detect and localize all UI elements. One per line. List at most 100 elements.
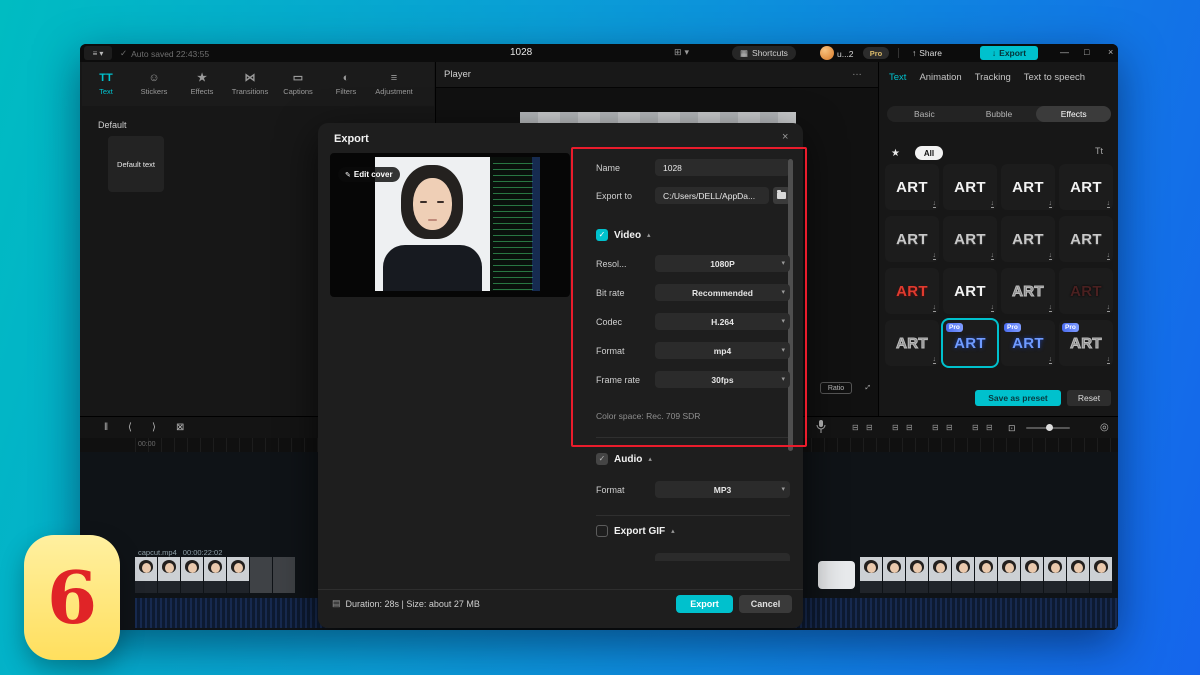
export-confirm-button[interactable]: Export <box>676 595 733 613</box>
trim-right-icon[interactable]: ⟩ <box>152 421 156 435</box>
export-path-input[interactable] <box>655 187 769 204</box>
left-tab-adjustment[interactable]: ≡Adjustment <box>370 62 418 106</box>
dialog-scrollbar[interactable] <box>788 159 793 451</box>
mic-icon[interactable] <box>816 420 826 439</box>
track-toggle-icon[interactable]: ⊟ <box>852 423 859 432</box>
timeline-thumbnail[interactable] <box>998 557 1020 593</box>
track-toggle-icon[interactable]: ⊟ <box>892 423 899 432</box>
timeline-thumbnail[interactable] <box>227 557 249 593</box>
track-toggle-icon[interactable]: ⊟ <box>986 423 993 432</box>
camera-icon[interactable]: ⊡ <box>1008 421 1016 435</box>
timeline-thumbnail[interactable] <box>906 557 928 593</box>
timeline-thumbnail[interactable] <box>1021 557 1043 593</box>
track-toggle-icon[interactable]: ⊟ <box>866 423 873 432</box>
timeline-thumbnail[interactable] <box>1067 557 1089 593</box>
art-effect-item[interactable]: ProART↓ <box>1059 320 1113 366</box>
dropdown-format[interactable]: MP3▾ <box>655 481 790 498</box>
art-effect-item[interactable]: ART↓ <box>1001 216 1055 262</box>
art-effect-item[interactable]: ART↓ <box>943 164 997 210</box>
art-effect-item[interactable]: ART↓ <box>1059 164 1113 210</box>
art-effect-item[interactable]: ART↓ <box>885 216 939 262</box>
art-effect-item[interactable]: ART↓ <box>1059 268 1113 314</box>
art-effect-item[interactable]: ProART↓ <box>1001 320 1055 366</box>
dropdown-codec[interactable]: H.264▾ <box>655 313 790 330</box>
collapse-icon[interactable]: ▴ <box>648 455 652 463</box>
subtab-effects[interactable]: Effects <box>1036 106 1111 122</box>
avatar[interactable] <box>820 46 834 60</box>
share-button[interactable]: ↑Share <box>912 48 942 58</box>
dropdown-format[interactable]: mp4▾ <box>655 342 790 359</box>
left-tab-filters[interactable]: ◐Filters <box>322 62 370 106</box>
selected-clip-marker[interactable] <box>818 561 855 589</box>
timeline-thumbnail[interactable] <box>952 557 974 593</box>
timeline-thumbnail[interactable] <box>1090 557 1112 593</box>
timeline-thumbnail[interactable] <box>181 557 203 593</box>
track-toggle-icon[interactable]: ⊟ <box>972 423 979 432</box>
left-tab-stickers[interactable]: ☺Stickers <box>130 62 178 106</box>
timeline-thumbnail[interactable] <box>158 557 180 593</box>
dropdown-frame-rate[interactable]: 30fps▾ <box>655 371 790 388</box>
save-preset-button[interactable]: Save as preset <box>975 390 1061 406</box>
art-effect-item[interactable]: ART↓ <box>1001 164 1055 210</box>
art-effect-item[interactable]: ART↓ <box>1001 268 1055 314</box>
workspace-layout-icon[interactable]: ⊞▾ <box>674 47 692 58</box>
dialog-close-icon[interactable]: × <box>782 131 788 143</box>
timeline-thumbnail[interactable] <box>135 557 157 593</box>
audio-checkbox[interactable]: ✓ <box>596 453 608 465</box>
gif-checkbox[interactable] <box>596 525 608 537</box>
timeline-thumbnail[interactable] <box>204 557 226 593</box>
close-button[interactable]: × <box>1108 47 1113 57</box>
art-effect-item[interactable]: ProART <box>943 320 997 366</box>
dropdown-bit-rate[interactable]: Recommended▾ <box>655 284 790 301</box>
cancel-button[interactable]: Cancel <box>739 595 792 613</box>
text-style-icon[interactable]: Tt <box>1095 146 1103 156</box>
edit-cover-button[interactable]: ✎ Edit cover <box>338 167 400 182</box>
track-toggle-icon[interactable]: ⊟ <box>906 423 913 432</box>
timeline-thumbnail[interactable] <box>273 557 295 593</box>
track-toggle-icon[interactable]: ⊟ <box>946 423 953 432</box>
timeline-thumbnail[interactable] <box>929 557 951 593</box>
split-icon[interactable]: ‖ <box>104 421 108 435</box>
tab-text-to-speech[interactable]: Text to speech <box>1024 72 1085 83</box>
trim-left-icon[interactable]: ⟨ <box>128 421 132 435</box>
art-effect-item[interactable]: ART↓ <box>943 268 997 314</box>
default-text-card[interactable]: Default text <box>108 136 164 192</box>
tab-animation[interactable]: Animation <box>919 72 961 83</box>
collapse-icon[interactable]: ▴ <box>671 527 675 535</box>
art-effect-item[interactable]: ART↓ <box>885 320 939 366</box>
timeline-thumbnail[interactable] <box>860 557 882 593</box>
art-effect-item[interactable]: ART↓ <box>885 268 939 314</box>
timeline-thumbnail[interactable] <box>250 557 272 593</box>
dropdown-resol[interactable]: 1080P▾ <box>655 255 790 272</box>
collapse-icon[interactable]: ▴ <box>647 231 651 239</box>
filter-all-pill[interactable]: All <box>915 146 943 160</box>
video-checkbox[interactable]: ✓ <box>596 229 608 241</box>
left-tab-captions[interactable]: ▭Captions <box>274 62 322 106</box>
minimize-button[interactable]: — <box>1060 47 1069 57</box>
fullscreen-icon[interactable]: ↔ <box>860 379 875 394</box>
art-effect-item[interactable]: ART↓ <box>885 164 939 210</box>
subtab-basic[interactable]: Basic <box>887 106 962 122</box>
favorites-star-icon[interactable]: ★ <box>891 148 900 159</box>
pro-badge[interactable]: Pro <box>863 47 889 59</box>
tab-text[interactable]: Text <box>889 72 906 83</box>
name-input[interactable] <box>655 159 790 176</box>
timeline-thumbnail[interactable] <box>975 557 997 593</box>
reset-button[interactable]: Reset <box>1067 390 1111 406</box>
shortcuts-button[interactable]: ▦Shortcuts <box>732 46 796 60</box>
art-effect-item[interactable]: ART↓ <box>1059 216 1113 262</box>
more-options-icon[interactable]: … <box>852 67 862 78</box>
left-tab-effects[interactable]: ★Effects <box>178 62 226 106</box>
export-button-titlebar[interactable]: ↓Export <box>980 46 1038 60</box>
ratio-button[interactable]: Ratio <box>820 382 852 394</box>
art-effect-item[interactable]: ART↓ <box>943 216 997 262</box>
zoom-slider-knob[interactable] <box>1046 424 1053 431</box>
maximize-button[interactable]: □ <box>1084 47 1089 57</box>
delete-icon[interactable]: ⊠ <box>176 421 184 435</box>
menu-button[interactable]: ≡▾ <box>84 46 112 60</box>
left-tab-text[interactable]: TTText <box>82 62 130 106</box>
tab-tracking[interactable]: Tracking <box>975 72 1011 83</box>
snap-target-icon[interactable]: ◎ <box>1100 421 1109 435</box>
timeline-thumbnail[interactable] <box>883 557 905 593</box>
track-toggle-icon[interactable]: ⊟ <box>932 423 939 432</box>
